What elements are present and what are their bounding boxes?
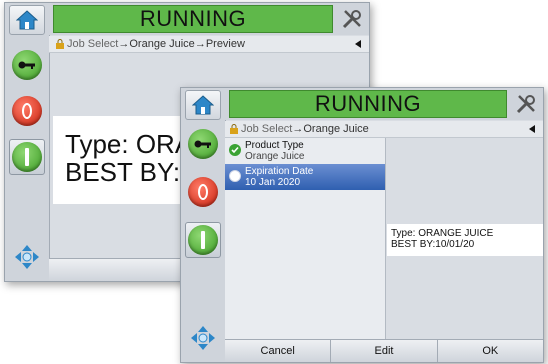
home-icon: [16, 10, 38, 30]
left-toolbar: [181, 88, 226, 362]
checkmark-icon: [229, 144, 241, 156]
status-banner: RUNNING: [53, 5, 333, 33]
top-bar: RUNNING: [225, 88, 543, 120]
breadcrumb-job-select[interactable]: Job Select: [241, 123, 292, 135]
bottom-bar: Cancel Edit OK: [225, 339, 543, 362]
breadcrumb: Job Select → Orange Juice: [225, 121, 543, 138]
edit-button[interactable]: Edit: [331, 340, 438, 362]
list-item-product-type[interactable]: Product Type Orange Juice: [225, 138, 385, 164]
start-button[interactable]: [9, 139, 45, 175]
stop-icon: [188, 177, 218, 207]
stop-button[interactable]: [9, 93, 45, 129]
breadcrumb-product[interactable]: Orange Juice: [129, 38, 194, 50]
label-preview: Type: ORANGE JUICE BEST BY:10/01/20: [387, 224, 543, 256]
back-arrow-icon[interactable]: [355, 40, 361, 48]
breadcrumb-job-select[interactable]: Job Select: [67, 38, 118, 50]
navigate-icon: [191, 326, 215, 350]
preview-line: BEST BY:10/01/20: [391, 239, 475, 250]
status-text: RUNNING: [139, 6, 247, 31]
start-icon: [12, 142, 42, 172]
start-button[interactable]: [185, 222, 221, 258]
status-banner: RUNNING: [229, 90, 507, 118]
field-title: Product Type: [245, 140, 304, 151]
field-list: Product Type Orange Juice Expiration Dat…: [225, 138, 386, 340]
back-arrow-icon[interactable]: [529, 125, 535, 133]
top-bar: RUNNING: [49, 3, 369, 35]
list-item-expiration-date[interactable]: Expiration Date 10 Jan 2020: [225, 164, 385, 190]
tools-button[interactable]: [511, 90, 541, 118]
login-button[interactable]: [185, 126, 221, 162]
field-title: Expiration Date: [245, 166, 314, 177]
ok-button[interactable]: OK: [438, 340, 543, 362]
stop-icon: [12, 96, 42, 126]
breadcrumb: Job Select → Orange Juice → Preview: [49, 36, 369, 53]
home-button[interactable]: [185, 90, 221, 120]
breadcrumb-separator: →: [292, 123, 304, 135]
home-icon: [192, 95, 214, 115]
breadcrumb-separator: →: [118, 38, 130, 50]
tools-button[interactable]: [337, 5, 367, 33]
stop-button[interactable]: [185, 174, 221, 210]
front-screen: RUNNING Job Select → Orange Juice Produc…: [180, 87, 544, 363]
breadcrumb-separator: →: [194, 38, 206, 50]
breadcrumb-current: Preview: [205, 38, 245, 50]
navigate-icon: [15, 245, 39, 269]
lock-icon: [56, 39, 64, 49]
start-icon: [188, 225, 218, 255]
navigate-button[interactable]: [9, 239, 45, 275]
key-icon: [188, 129, 218, 159]
field-value: Orange Juice: [245, 151, 305, 162]
cancel-button[interactable]: Cancel: [225, 340, 332, 362]
left-toolbar: [5, 3, 50, 281]
login-button[interactable]: [9, 47, 45, 83]
radio-dot-icon: [229, 170, 241, 182]
status-text: RUNNING: [314, 91, 422, 116]
key-icon: [12, 50, 42, 80]
lock-icon: [230, 124, 238, 134]
tools-icon: [342, 10, 361, 29]
breadcrumb-current: Orange Juice: [303, 123, 369, 135]
field-value: 10 Jan 2020: [245, 177, 301, 188]
navigate-button[interactable]: [185, 320, 221, 356]
home-button[interactable]: [9, 5, 45, 35]
preview-line: Type: ORANGE JUICE: [391, 228, 494, 239]
tools-icon: [516, 95, 535, 114]
